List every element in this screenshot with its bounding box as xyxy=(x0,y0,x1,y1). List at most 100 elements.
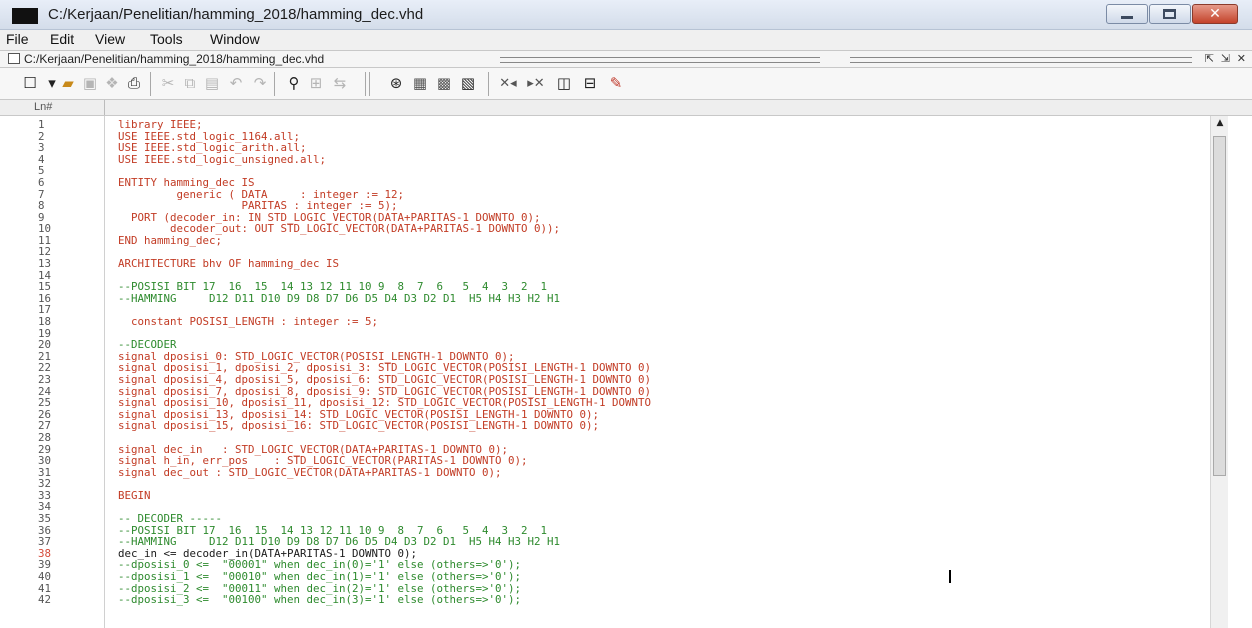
replace-icon[interactable]: ⇆ xyxy=(330,73,350,93)
line-number: 11 xyxy=(38,233,52,247)
line-number: 17 xyxy=(38,303,52,317)
document-grip xyxy=(820,52,850,64)
toolbar-separator xyxy=(150,72,151,96)
document-path: C:/Kerjaan/Penelitian/hamming_2018/hammi… xyxy=(24,52,325,66)
undo-icon[interactable]: ↶ xyxy=(226,73,246,93)
code-text: --DECODER xyxy=(118,338,177,352)
line-number: 5 xyxy=(38,164,45,178)
line-number: 38 xyxy=(38,546,52,560)
code-text: signal dposisi_1, dposisi_2, dposisi_3: … xyxy=(118,361,652,375)
code-line: 25 signal dposisi_10, dposisi_11, dposisi… xyxy=(0,397,1210,408)
cut-icon[interactable]: ✂ xyxy=(158,73,178,93)
code-line: 36 --POSISI BIT 17 16 15 14 13 12 11 10 9… xyxy=(0,525,1210,536)
comment-icon[interactable]: ✕◂ xyxy=(498,73,518,93)
line-number-header: Ln# xyxy=(34,101,53,113)
line-number: 33 xyxy=(38,488,52,502)
vertical-scrollbar[interactable]: ▲ xyxy=(1210,116,1228,628)
code-text: ENTITY hamming_dec IS xyxy=(118,175,255,189)
line-number: 15 xyxy=(38,280,52,294)
line-number: 6 xyxy=(38,175,45,189)
line-number: 41 xyxy=(38,581,52,595)
doc-close-icon[interactable]: ✕ xyxy=(1237,52,1246,65)
menu-window[interactable]: Window xyxy=(210,31,260,47)
code-line: 19 xyxy=(0,328,1210,339)
code-line: 7 generic ( DATA : integer := 12; xyxy=(0,189,1210,200)
uncomment-icon[interactable]: ▸✕ xyxy=(526,73,546,93)
code-text: USE IEEE.std_logic_unsigned.all; xyxy=(118,152,327,166)
find-icon[interactable]: ⚲ xyxy=(284,73,304,93)
code-line: 42 --dposisi_3 <= "00100" when dec_in(3)=… xyxy=(0,594,1210,605)
line-number: 22 xyxy=(38,361,52,375)
folder-open-icon[interactable]: ▰ xyxy=(58,73,78,93)
code-line: 26 signal dposisi_13, dposisi_14: STD_LOG… xyxy=(0,409,1210,420)
code-line: 35 -- DECODER ----- xyxy=(0,513,1210,524)
code-line: 14 xyxy=(0,270,1210,281)
window-controls: ✕ xyxy=(1106,4,1238,24)
dock-icon[interactable]: ⇱ xyxy=(1205,52,1214,65)
line-number: 7 xyxy=(38,187,45,201)
compile-icon[interactable]: ⊛ xyxy=(386,73,406,93)
menu-file[interactable]: File xyxy=(6,31,29,47)
code-line: 11 END hamming_dec; xyxy=(0,235,1210,246)
paste-icon[interactable]: ▤ xyxy=(202,73,222,93)
code-text: BEGIN xyxy=(118,488,151,502)
undock-icon[interactable]: ⇲ xyxy=(1221,52,1230,65)
new-file-icon[interactable]: ☐ xyxy=(20,73,40,93)
code-text: library IEEE; xyxy=(118,118,203,131)
menu-tools[interactable]: Tools xyxy=(150,31,183,47)
find-next-icon[interactable]: ⊞ xyxy=(306,73,326,93)
copy-icon[interactable]: ⧉ xyxy=(180,73,200,93)
clear-icon[interactable]: ✎ xyxy=(606,73,626,93)
code-line: 34 xyxy=(0,501,1210,512)
compile-all-icon[interactable]: ▦ xyxy=(410,73,430,93)
save-icon[interactable]: ▣ xyxy=(80,73,100,93)
code-line: 10 decoder_out: OUT STD_LOGIC_VECTOR(DAT… xyxy=(0,223,1210,234)
code-text: constant POSISI_LENGTH : integer := 5; xyxy=(118,315,379,329)
code-line: 30 signal h_in, err_pos : STD_LOGIC_VECTO… xyxy=(0,455,1210,466)
code-text: USE IEEE.std_logic_1164.all; xyxy=(118,129,301,143)
line-number: 16 xyxy=(38,291,52,305)
close-button[interactable]: ✕ xyxy=(1192,4,1238,24)
line-number: 29 xyxy=(38,442,52,456)
header-divider xyxy=(104,100,105,115)
minimize-button[interactable] xyxy=(1106,4,1148,24)
code-text: --POSISI BIT 17 16 15 14 13 12 11 10 9 8… xyxy=(118,523,548,537)
line-number: 40 xyxy=(38,570,52,583)
code-text: --HAMMING D12 D11 D10 D9 D8 D7 D6 D5 D4 … xyxy=(118,535,561,549)
print-icon[interactable]: ⎙ xyxy=(124,73,144,93)
redo-icon[interactable]: ↷ xyxy=(250,73,270,93)
line-number: 25 xyxy=(38,396,52,410)
scroll-thumb[interactable] xyxy=(1213,136,1226,476)
line-number: 10 xyxy=(38,222,52,236)
code-line: 13 ARCHITECTURE bhv OF hamming_dec IS xyxy=(0,258,1210,269)
code-text: PARITAS : integer := 5); xyxy=(118,199,398,213)
menu-bar: File Edit View Tools Window xyxy=(0,30,1252,50)
break-icon[interactable]: ▧ xyxy=(458,73,478,93)
line-number: 24 xyxy=(38,384,52,398)
simulate-icon[interactable]: ▩ xyxy=(434,73,454,93)
code-line: 41 --dposisi_2 <= "00011" when dec_in(2)=… xyxy=(0,583,1210,594)
maximize-icon xyxy=(1163,9,1176,19)
line-number: 14 xyxy=(38,268,52,282)
code-line: 4 USE IEEE.std_logic_unsigned.all; xyxy=(0,154,1210,165)
maximize-button[interactable] xyxy=(1149,4,1191,24)
scroll-up-icon[interactable]: ▲ xyxy=(1211,118,1229,132)
line-number: 1 xyxy=(38,118,45,131)
toolbar-separator xyxy=(365,72,366,96)
line-number: 31 xyxy=(38,465,52,479)
code-line: 39 --dposisi_0 <= "00001" when dec_in(0)=… xyxy=(0,559,1210,570)
document-tab[interactable]: C:/Kerjaan/Penelitian/hamming_2018/hammi… xyxy=(0,50,1252,68)
menu-view[interactable]: View xyxy=(95,31,125,47)
indent-icon[interactable]: ◫ xyxy=(554,73,574,93)
code-text: --HAMMING D12 D11 D10 D9 D8 D7 D6 D5 D4 … xyxy=(118,291,561,305)
code-text: --dposisi_2 <= "00011" when dec_in(2)='1… xyxy=(118,581,522,595)
code-line: 6 ENTITY hamming_dec IS xyxy=(0,177,1210,188)
save-all-icon[interactable]: ❖ xyxy=(102,73,122,93)
code-line: 40 --dposisi_1 <= "00010" when dec_in(1)=… xyxy=(0,571,1210,582)
line-number: 32 xyxy=(38,477,52,491)
code-line: 21 signal dposisi_0: STD_LOGIC_VECTOR(POS… xyxy=(0,351,1210,362)
outdent-icon[interactable]: ⊟ xyxy=(580,73,600,93)
menu-edit[interactable]: Edit xyxy=(50,31,74,47)
code-text: --dposisi_3 <= "00100" when dec_in(3)='1… xyxy=(118,593,522,607)
code-editor[interactable]: 1 library IEEE; 2 USE IEEE.std_logic_1164.a… xyxy=(0,116,1210,628)
